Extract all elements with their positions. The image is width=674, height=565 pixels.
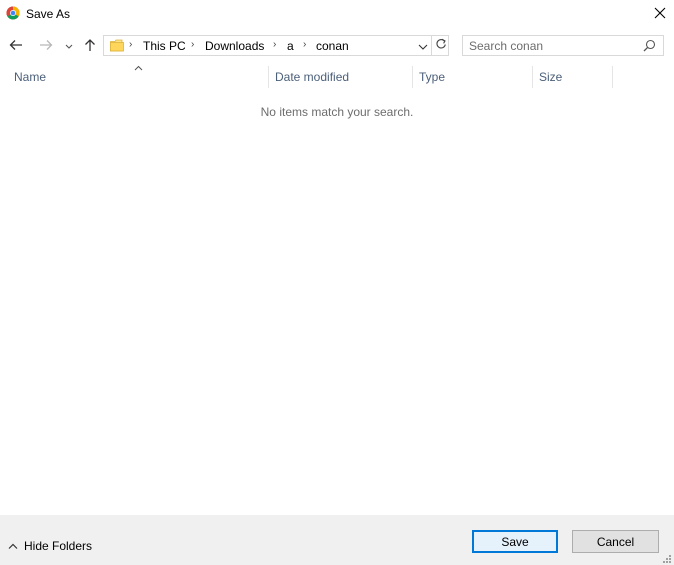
search-box[interactable] <box>462 35 664 56</box>
title-bar[interactable]: Save As <box>0 0 674 28</box>
arrow-up-icon <box>84 38 96 55</box>
hide-folders-label: Hide Folders <box>24 539 93 553</box>
breadcrumb-separator-icon: › <box>303 39 307 50</box>
column-header-type[interactable]: Type <box>413 66 532 88</box>
arrow-right-icon <box>39 39 53 54</box>
empty-list-message: No items match your search. <box>260 105 414 119</box>
column-header-label: Size <box>539 70 563 84</box>
column-header-label: Name <box>14 70 47 84</box>
breadcrumb-conan[interactable]: conan <box>316 39 349 53</box>
close-button[interactable] <box>646 0 674 28</box>
address-bar[interactable]: › This PC › Downloads › a › conan <box>103 35 449 56</box>
column-header-label: Date modified <box>275 70 350 84</box>
arrow-left-icon <box>9 39 23 54</box>
breadcrumb-separator-icon: › <box>191 39 195 50</box>
save-button[interactable]: Save <box>472 530 558 553</box>
chevron-up-icon <box>8 539 18 553</box>
chevron-down-icon <box>65 39 73 53</box>
chevron-down-icon <box>418 39 428 53</box>
column-header-size[interactable]: Size <box>533 66 612 88</box>
chrome-icon <box>6 6 20 20</box>
search-icon[interactable] <box>643 39 656 55</box>
close-icon <box>654 7 666 22</box>
column-divider[interactable] <box>612 66 613 88</box>
breadcrumb-separator-icon: › <box>273 39 277 50</box>
breadcrumb-a[interactable]: a <box>287 39 294 53</box>
cancel-button[interactable]: Cancel <box>572 530 659 553</box>
breadcrumb-downloads[interactable]: Downloads <box>205 39 264 53</box>
window-title: Save As <box>26 7 71 21</box>
up-button[interactable] <box>81 36 99 56</box>
dialog-footer: Hide Folders Save Cancel <box>0 515 674 565</box>
breadcrumb-separator-icon: › <box>129 39 133 50</box>
search-input[interactable] <box>469 38 639 53</box>
save-as-dialog: Save As › This PC › Downloads › a › cona… <box>0 0 674 565</box>
resize-grip-icon[interactable] <box>662 553 672 565</box>
recent-locations-button[interactable] <box>62 36 76 56</box>
hide-folders-toggle[interactable]: Hide Folders <box>8 537 92 555</box>
folder-icon <box>110 39 124 55</box>
forward-button[interactable] <box>36 36 56 56</box>
column-header-label: Type <box>419 70 446 84</box>
refresh-icon <box>435 38 447 53</box>
column-header-name[interactable]: Name <box>0 66 268 88</box>
back-button[interactable] <box>6 36 26 56</box>
breadcrumb-this-pc[interactable]: This PC <box>143 39 186 53</box>
column-header-date-modified[interactable]: Date modified <box>269 66 412 88</box>
refresh-button[interactable] <box>431 36 450 55</box>
address-history-button[interactable] <box>414 36 432 55</box>
